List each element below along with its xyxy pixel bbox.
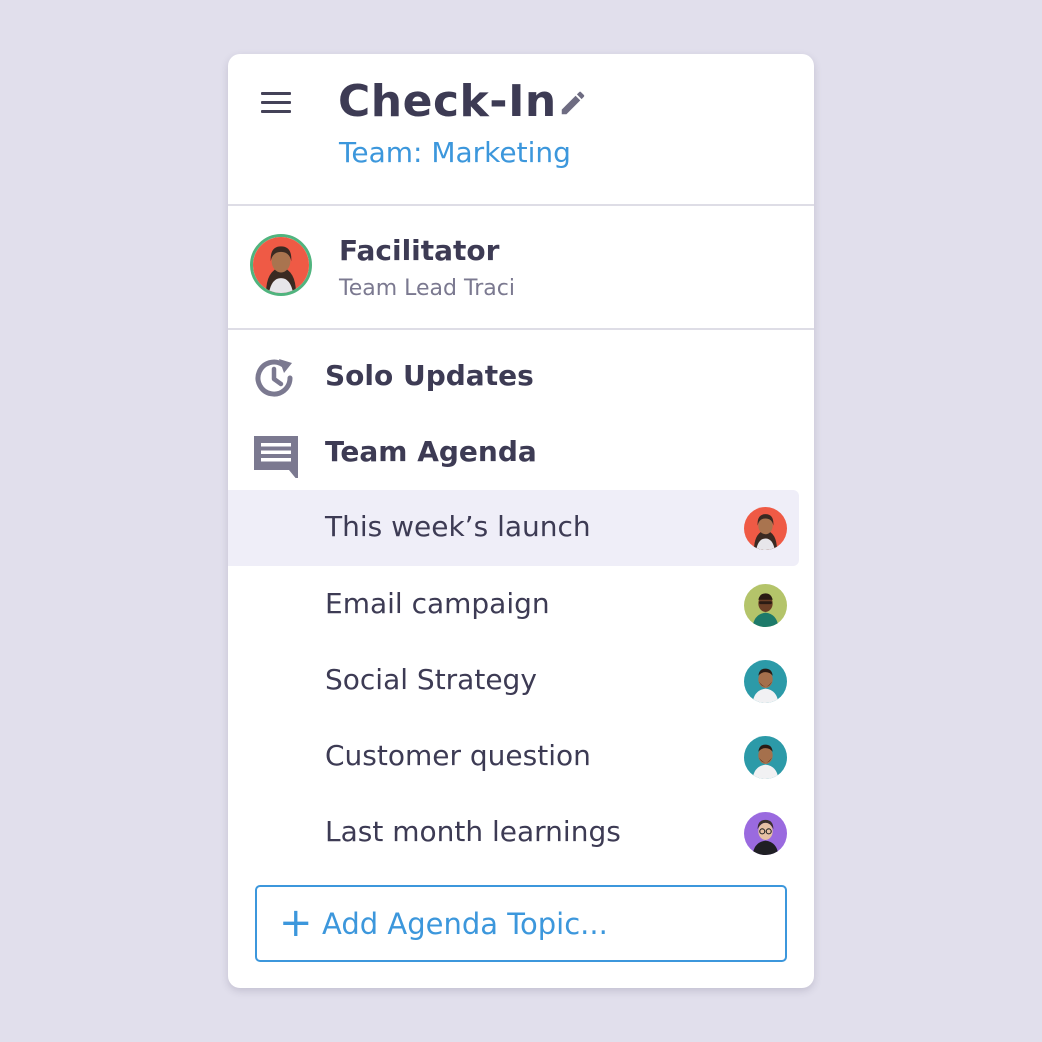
menu-icon[interactable] bbox=[259, 88, 295, 118]
checkin-panel: Check-In Team: Marketing Facilitator Tea… bbox=[228, 54, 814, 988]
team-agenda-label: Team Agenda bbox=[325, 435, 537, 468]
add-agenda-topic-button[interactable]: + Add Agenda Topic... bbox=[255, 885, 787, 962]
plus-icon: + bbox=[279, 900, 313, 946]
avatar bbox=[744, 584, 787, 627]
agenda-item[interactable]: Last month learnings bbox=[228, 795, 799, 871]
menu-icon-bar bbox=[261, 92, 291, 95]
agenda-item[interactable]: Social Strategy bbox=[228, 643, 799, 719]
nav-solo-updates[interactable]: Solo Updates bbox=[228, 346, 814, 406]
facilitator-avatar bbox=[250, 234, 312, 296]
pencil-icon[interactable] bbox=[558, 88, 588, 118]
menu-icon-bar bbox=[261, 110, 291, 113]
menu-icon-bar bbox=[261, 101, 291, 104]
facilitator-row[interactable]: Facilitator Team Lead Traci bbox=[228, 206, 814, 330]
agenda-item[interactable]: Customer question bbox=[228, 719, 799, 795]
agenda-item-label: Last month learnings bbox=[325, 815, 621, 848]
agenda-item[interactable]: This week’s launch bbox=[228, 490, 799, 566]
add-agenda-topic-label: Add Agenda Topic... bbox=[322, 907, 608, 941]
facilitator-name: Team Lead Traci bbox=[339, 276, 515, 301]
agenda-item-label: Customer question bbox=[325, 739, 591, 772]
clock-refresh-icon bbox=[255, 359, 293, 397]
agenda-item[interactable]: Email campaign bbox=[228, 567, 799, 643]
panel-header: Check-In Team: Marketing bbox=[228, 54, 814, 206]
avatar bbox=[744, 736, 787, 779]
chat-icon bbox=[254, 436, 298, 478]
facilitator-label: Facilitator bbox=[339, 234, 500, 267]
agenda-item-label: Social Strategy bbox=[325, 663, 537, 696]
avatar bbox=[744, 507, 787, 550]
agenda-item-label: Email campaign bbox=[325, 587, 550, 620]
page-title: Check-In bbox=[338, 76, 557, 127]
nav-team-agenda[interactable]: Team Agenda bbox=[228, 422, 814, 482]
team-link[interactable]: Team: Marketing bbox=[339, 136, 571, 169]
agenda-item-label: This week’s launch bbox=[325, 510, 591, 543]
avatar bbox=[744, 660, 787, 703]
solo-updates-label: Solo Updates bbox=[325, 359, 534, 392]
avatar bbox=[744, 812, 787, 855]
